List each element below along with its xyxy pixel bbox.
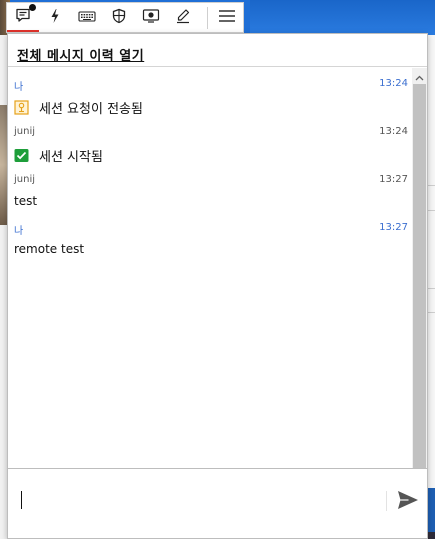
message-sender: junij — [14, 126, 36, 137]
background-divider — [427, 210, 435, 211]
chevron-up-icon — [415, 66, 424, 85]
desktop-background — [250, 0, 435, 35]
message-time: 13:27 — [379, 222, 408, 233]
background-divider — [427, 185, 435, 186]
lightning-icon — [48, 8, 62, 28]
chat-panel: 전체 메시지 이력 열기 나 13:24 세션 요청이 전송됨 junij 13… — [7, 33, 428, 539]
divider — [8, 66, 427, 67]
message-body: remote test — [14, 242, 84, 256]
background-desktop — [427, 488, 435, 532]
open-full-history-link[interactable]: 전체 메시지 이력 열기 — [17, 45, 144, 64]
chat-button[interactable] — [7, 3, 39, 32]
notification-dot — [29, 4, 36, 11]
message-time: 13:27 — [379, 174, 408, 185]
message-list: 나 13:24 세션 요청이 전송됨 junij 13:24 세션 시작됨 ju… — [8, 68, 412, 500]
message-body: 세션 시작됨 — [14, 146, 103, 165]
message-sender: 나 — [14, 82, 24, 93]
screen-record-button[interactable] — [135, 3, 167, 32]
menu-button[interactable] — [211, 3, 243, 32]
keyboard-icon — [78, 8, 96, 27]
security-button[interactable] — [103, 3, 135, 32]
message-scrollbar[interactable] — [412, 68, 427, 501]
pen-icon — [175, 8, 191, 28]
message-text: remote test — [14, 242, 85, 256]
background-window-edge — [427, 35, 435, 539]
chat-icon — [15, 7, 31, 27]
check-icon — [14, 148, 29, 163]
message-text: 세션 요청이 전송됨 — [39, 102, 143, 117]
message-time: 13:24 — [379, 126, 408, 137]
toolbar-separator — [207, 6, 208, 29]
scrollbar-thumb[interactable] — [413, 84, 426, 468]
text-caret — [21, 491, 22, 509]
hamburger-menu-icon — [218, 8, 236, 28]
scroll-up-button[interactable] — [412, 68, 427, 83]
message-text: 세션 시작됨 — [39, 150, 103, 165]
send-button[interactable] — [395, 489, 421, 515]
background-divider — [427, 288, 435, 289]
message-body: test — [14, 194, 37, 208]
message-sender: 나 — [14, 226, 24, 237]
quick-action-button[interactable] — [39, 3, 71, 32]
message-sender: junij — [14, 174, 36, 185]
shield-icon — [111, 8, 127, 28]
screen-record-icon — [142, 8, 160, 27]
remote-toolbar — [6, 2, 244, 33]
draw-button[interactable] — [167, 3, 199, 32]
session-request-icon — [14, 100, 29, 115]
message-text: test — [14, 194, 38, 208]
divider — [386, 491, 387, 511]
message-composer — [8, 469, 427, 538]
message-time: 13:24 — [379, 78, 408, 89]
background-divider — [427, 312, 435, 313]
message-body: 세션 요청이 전송됨 — [14, 98, 143, 117]
send-icon — [397, 490, 419, 514]
keyboard-button[interactable] — [71, 3, 103, 32]
message-input[interactable] — [18, 481, 387, 523]
